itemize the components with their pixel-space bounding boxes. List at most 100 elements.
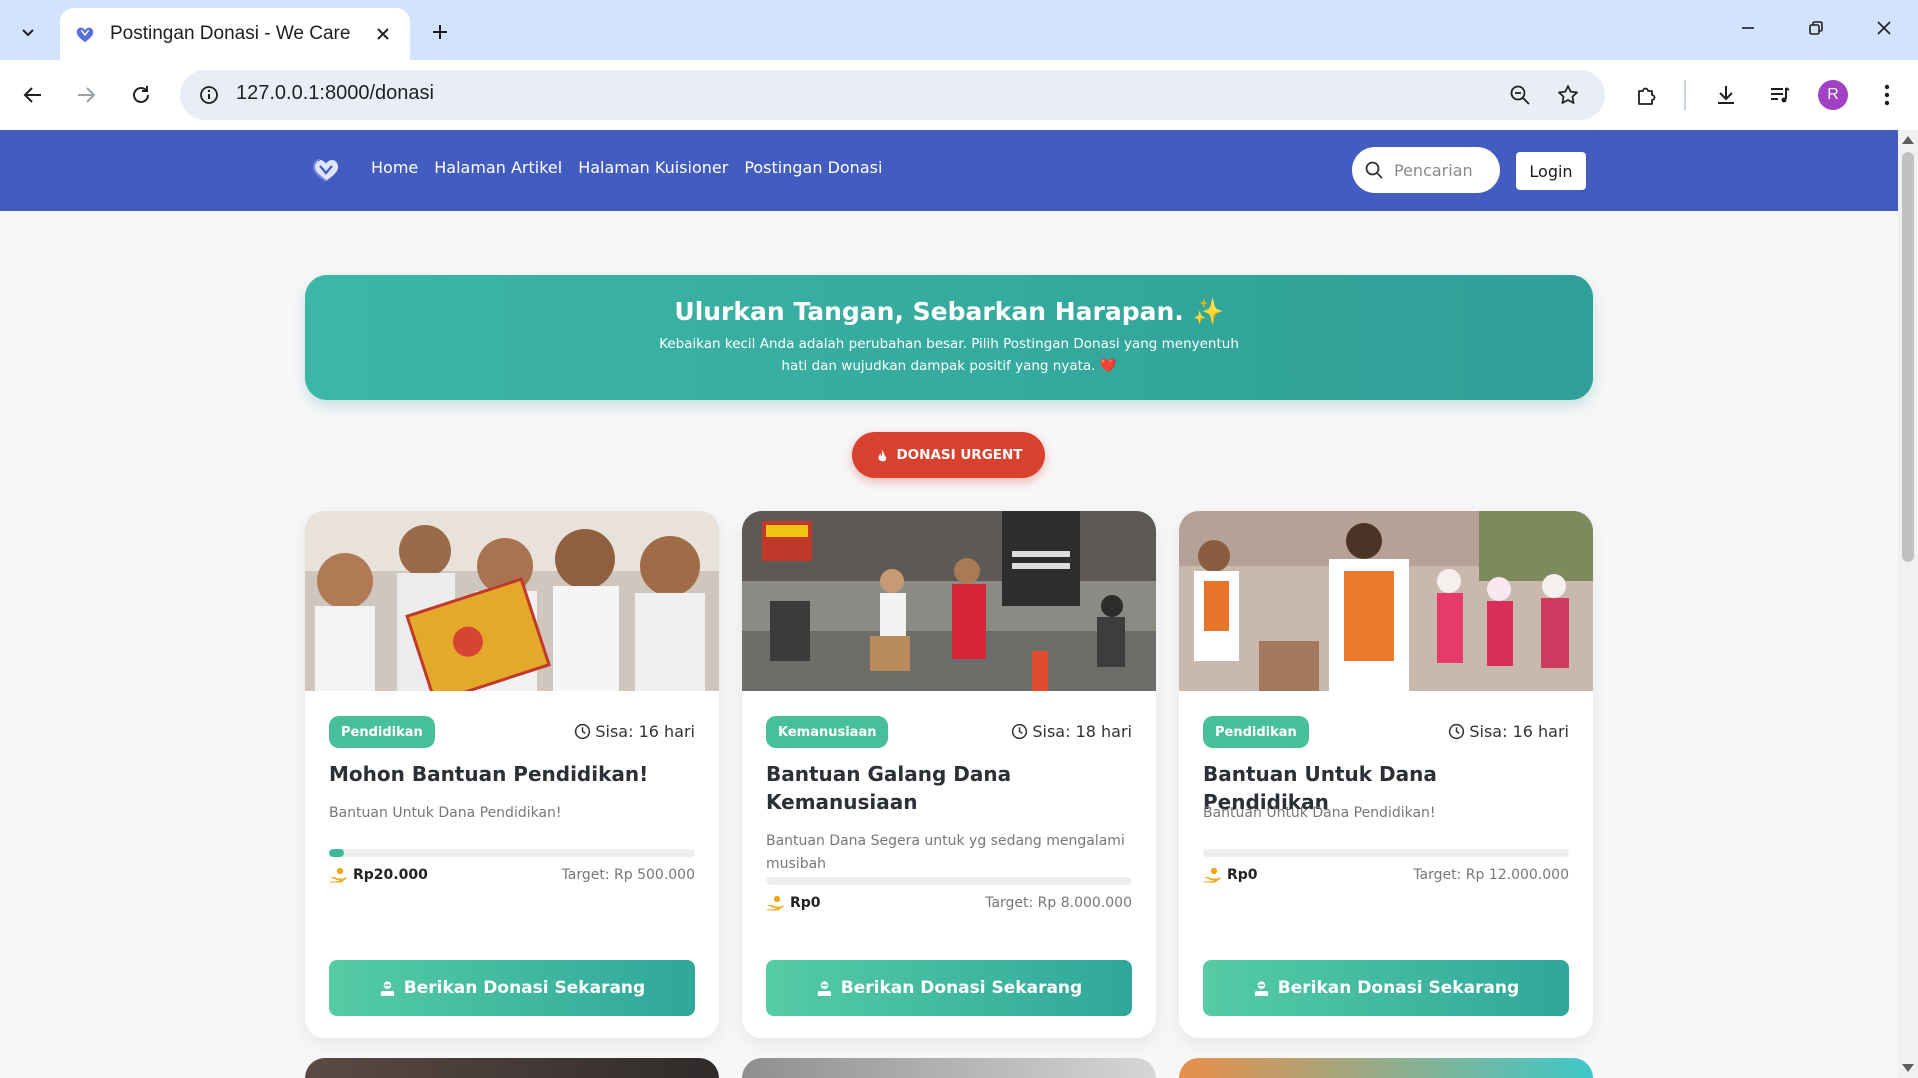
fire-icon bbox=[874, 448, 888, 462]
bookmark-star-icon[interactable] bbox=[1553, 80, 1583, 110]
more-vertical-icon bbox=[1884, 84, 1890, 106]
zoom-icon[interactable] bbox=[1505, 80, 1535, 110]
hero-banner: Ulurkan Tangan, Sebarkan Harapan. ✨ Keba… bbox=[305, 275, 1593, 400]
close-icon bbox=[377, 28, 389, 40]
card-description: Bantuan Dana Segera untuk yg sedang meng… bbox=[766, 833, 1125, 872]
favicon-icon bbox=[76, 27, 94, 43]
scroll-up-arrow-icon[interactable] bbox=[1902, 136, 1914, 144]
browser-menu-button[interactable] bbox=[1867, 75, 1907, 115]
target-amount: Target: Rp 8.000.000 bbox=[985, 895, 1132, 911]
restore-icon bbox=[1809, 21, 1823, 35]
card-title[interactable]: Mohon Bantuan Pendidikan! bbox=[329, 760, 695, 788]
hero-subtitle-line-1: Kebaikan kecil Anda adalah perubahan bes… bbox=[659, 336, 1239, 352]
category-badge: Pendidikan bbox=[1203, 716, 1309, 748]
target-amount: Target: Rp 12.000.000 bbox=[1413, 867, 1569, 883]
card-title[interactable]: Bantuan Galang Dana Kemanusiaan bbox=[766, 760, 1132, 816]
search-input[interactable] bbox=[1394, 160, 1494, 180]
clock-icon bbox=[1449, 723, 1465, 740]
new-tab-button[interactable] bbox=[422, 14, 458, 50]
close-icon bbox=[1877, 21, 1891, 35]
urgent-button-label: DONASI URGENT bbox=[896, 447, 1023, 463]
hero-subtitle: Kebaikan kecil Anda adalah perubahan bes… bbox=[305, 333, 1593, 377]
hero-title: Ulurkan Tangan, Sebarkan Harapan. ✨ bbox=[674, 297, 1224, 326]
address-bar[interactable]: 127.0.0.1:8000/donasi bbox=[180, 70, 1605, 120]
reload-icon bbox=[133, 86, 149, 103]
browser-toolbar: 127.0.0.1:8000/donasi R bbox=[0, 60, 1918, 130]
collected-amount-text: Rp0 bbox=[790, 895, 821, 911]
search-box[interactable] bbox=[1352, 147, 1500, 193]
donate-now-button[interactable]: Berikan Donasi Sekarang bbox=[329, 960, 695, 1016]
collected-amount: Rp0 bbox=[1203, 867, 1258, 883]
browser-tab-active[interactable]: Postingan Donasi - We Care bbox=[60, 8, 410, 60]
minimize-icon bbox=[1742, 27, 1754, 29]
donation-card: Pendidikan Sisa: 16 hari Bantuan Untuk D… bbox=[1179, 511, 1593, 1038]
scroll-down-arrow-icon[interactable] bbox=[1902, 1064, 1914, 1072]
window-minimize-button[interactable] bbox=[1720, 8, 1776, 48]
donate-now-button[interactable]: Berikan Donasi Sekarang bbox=[1203, 960, 1569, 1016]
card-image-children-books bbox=[305, 511, 719, 691]
donate-hand-icon bbox=[817, 980, 831, 996]
donate-button-label: Berikan Donasi Sekarang bbox=[403, 978, 646, 998]
collected-amount: Rp0 bbox=[766, 895, 821, 911]
url-text[interactable]: 127.0.0.1:8000/donasi bbox=[236, 82, 434, 105]
logo-icon[interactable] bbox=[311, 156, 341, 184]
profile-avatar[interactable]: R bbox=[1818, 80, 1848, 110]
remaining-days: Sisa: 16 hari bbox=[1448, 722, 1569, 741]
remaining-days-text: Sisa: 16 hari bbox=[1469, 722, 1569, 741]
card-image-street-fundraising bbox=[742, 511, 1156, 691]
progress-fill bbox=[329, 849, 344, 857]
login-button[interactable]: Login bbox=[1516, 152, 1586, 190]
hand-coin-icon bbox=[1204, 867, 1221, 883]
forward-button[interactable] bbox=[66, 75, 106, 115]
collected-amount-text: Rp20.000 bbox=[353, 867, 428, 883]
card-description: Bantuan Untuk Dana Pendidikan! bbox=[329, 805, 562, 821]
window-restore-button[interactable] bbox=[1788, 8, 1844, 48]
hero-subtitle-line-2: hati dan wujudkan dampak positif yang ny… bbox=[781, 358, 1117, 374]
page-scrollbar[interactable] bbox=[1898, 130, 1918, 1078]
reload-button[interactable] bbox=[121, 75, 161, 115]
remaining-days: Sisa: 16 hari bbox=[574, 722, 695, 741]
tab-title: Postingan Donasi - We Care bbox=[110, 23, 351, 44]
media-controls-button[interactable] bbox=[1760, 75, 1800, 115]
category-badge: Pendidikan bbox=[329, 716, 435, 748]
arrow-right-icon bbox=[78, 87, 96, 103]
download-icon bbox=[1718, 86, 1734, 104]
collected-amount: Rp20.000 bbox=[329, 867, 428, 883]
donate-hand-icon bbox=[1254, 980, 1268, 996]
chevron-down-icon bbox=[22, 29, 34, 37]
nav-link-kuisioner[interactable]: Halaman Kuisioner bbox=[578, 158, 728, 177]
remaining-days: Sisa: 18 hari bbox=[1011, 722, 1132, 741]
donation-progress-bar bbox=[766, 877, 1132, 885]
remaining-days-text: Sisa: 16 hari bbox=[595, 722, 695, 741]
extensions-button[interactable] bbox=[1627, 75, 1667, 115]
donation-progress-bar bbox=[329, 849, 695, 857]
donate-button-label: Berikan Donasi Sekarang bbox=[1277, 978, 1520, 998]
donation-progress-bar bbox=[1203, 849, 1569, 857]
card-image-volunteers-children bbox=[1179, 511, 1593, 691]
hand-coin-icon bbox=[767, 895, 784, 911]
window-close-button[interactable] bbox=[1856, 8, 1912, 48]
nav-link-donasi[interactable]: Postingan Donasi bbox=[744, 158, 882, 177]
nav-link-artikel[interactable]: Halaman Artikel bbox=[434, 158, 562, 177]
tab-search-button[interactable] bbox=[8, 12, 48, 52]
search-icon bbox=[1362, 158, 1386, 182]
donation-card: Kemanusiaan Sisa: 18 hari Bantuan Galang… bbox=[742, 511, 1156, 1038]
donation-card-partial bbox=[742, 1058, 1156, 1078]
page-viewport: Home Halaman Artikel Halaman Kuisioner P… bbox=[0, 130, 1898, 1078]
downloads-button[interactable] bbox=[1706, 75, 1746, 115]
tab-close-button[interactable] bbox=[370, 21, 396, 47]
playlist-icon bbox=[1771, 87, 1790, 103]
clock-icon bbox=[575, 723, 591, 740]
scrollbar-thumb[interactable] bbox=[1902, 152, 1914, 562]
back-button[interactable] bbox=[13, 75, 53, 115]
nav-links: Home Halaman Artikel Halaman Kuisioner P… bbox=[371, 158, 898, 177]
donation-card-partial bbox=[1179, 1058, 1593, 1078]
donate-now-button[interactable]: Berikan Donasi Sekarang bbox=[766, 960, 1132, 1016]
remaining-days-text: Sisa: 18 hari bbox=[1032, 722, 1132, 741]
site-info-icon[interactable] bbox=[194, 80, 224, 110]
arrow-left-icon bbox=[23, 87, 41, 103]
donation-card: Pendidikan Sisa: 16 hari Mohon Bantuan P… bbox=[305, 511, 719, 1038]
nav-link-home[interactable]: Home bbox=[371, 158, 418, 177]
donate-hand-icon bbox=[380, 980, 394, 996]
urgent-donation-button[interactable]: DONASI URGENT bbox=[852, 432, 1045, 478]
